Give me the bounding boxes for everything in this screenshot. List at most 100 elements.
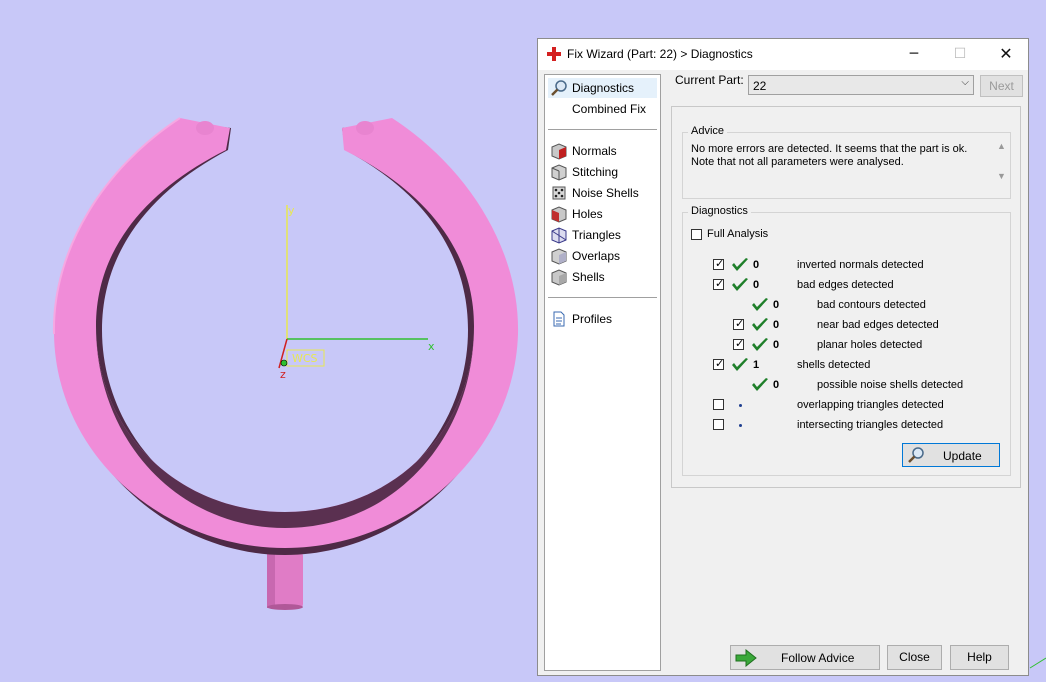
update-label: Update	[943, 449, 982, 463]
planar-holes-label: planar holes detected	[817, 339, 923, 351]
planar-holes-checkbox[interactable]: ✓	[733, 337, 744, 350]
update-button[interactable]: Update	[902, 443, 1000, 467]
scroll-up-icon[interactable]: ▲	[997, 141, 1006, 151]
advice-scrollbar[interactable]: ▲ ▼	[994, 141, 1009, 189]
near-bad-edges-label: near bad edges detected	[817, 319, 939, 331]
axis-y-label: y	[288, 204, 295, 217]
nav-item-diagnostics[interactable]: Diagnostics	[548, 78, 657, 98]
wcs-label: WCS	[292, 352, 318, 365]
pending-dot-icon	[739, 404, 742, 407]
holes-cube-icon	[551, 206, 567, 223]
check-ok-icon	[732, 258, 748, 271]
nav-label-shells: Shells	[572, 270, 605, 284]
advice-text: No more errors are detected. It seems th…	[691, 143, 987, 179]
nav-item-noise-shells[interactable]: Noise Shells	[548, 183, 657, 203]
pending-dot-icon	[739, 424, 742, 427]
help-button[interactable]: Help	[950, 645, 1009, 670]
chevron-down-icon: ⌵	[961, 77, 969, 88]
axis-x-label: x	[428, 340, 435, 353]
maximize-button[interactable]: ☐	[937, 39, 983, 70]
wcs-axes	[278, 205, 428, 369]
overlapping-triangles-checkbox[interactable]	[713, 399, 724, 410]
nav-item-profiles[interactable]: Profiles	[548, 309, 657, 329]
nav-separator	[548, 129, 657, 130]
shells-cube-icon	[551, 269, 567, 286]
magnifier-icon	[908, 447, 924, 463]
near-bad-edges-checkbox[interactable]: ✓	[733, 317, 744, 330]
next-button[interactable]: Next	[980, 75, 1023, 97]
follow-advice-label: Follow Advice	[781, 651, 855, 665]
advice-group: Advice No more errors are detected. It s…	[682, 125, 1011, 199]
overlapping-triangles-label: overlapping triangles detected	[797, 399, 944, 411]
full-analysis-checkbox[interactable]	[691, 229, 702, 240]
normals-cube-icon	[551, 143, 567, 160]
nav-label-diagnostics: Diagnostics	[572, 81, 635, 95]
nav-label-overlaps: Overlaps	[572, 249, 621, 263]
shells-label: shells detected	[797, 359, 871, 371]
bad-edges-label: bad edges detected	[797, 279, 894, 291]
intersecting-triangles-checkbox[interactable]	[713, 419, 724, 430]
corner-axis-line	[1029, 657, 1046, 669]
close-button[interactable]: Close	[887, 645, 942, 670]
diagnostics-group: Diagnostics Full Analysis ✓ 0 inverted n…	[682, 205, 1011, 476]
follow-advice-button[interactable]: Follow Advice	[730, 645, 880, 670]
ring-model[interactable]	[52, 117, 519, 555]
nav-item-overlaps[interactable]: Overlaps	[548, 246, 657, 266]
inverted-normals-count: 0	[753, 259, 760, 271]
advice-line-2: Note that not all parameters were analys…	[691, 156, 904, 168]
shells-checkbox[interactable]: ✓	[713, 357, 724, 370]
intersecting-triangles-label: intersecting triangles detected	[797, 419, 944, 431]
red-cross-icon	[547, 47, 561, 61]
noise-shells-icon	[552, 186, 566, 200]
near-bad-edges-count: 0	[773, 319, 780, 331]
full-analysis-label: Full Analysis	[707, 228, 769, 240]
diagnostics-panel: Advice No more errors are detected. It s…	[671, 106, 1021, 488]
wizard-nav: Diagnostics Combined Fix Normals Stitchi…	[544, 74, 661, 671]
magnifier-icon	[551, 80, 567, 96]
fix-wizard-dialog: Fix Wizard (Part: 22) > Diagnostics ─ ☐ …	[537, 38, 1029, 676]
inverted-normals-checkbox[interactable]: ✓	[713, 257, 724, 270]
check-ok-icon	[752, 378, 768, 391]
nav-label-stitching: Stitching	[572, 165, 619, 179]
nav-item-triangles[interactable]: Triangles	[548, 225, 657, 245]
nav-item-shells[interactable]: Shells	[548, 267, 657, 287]
triangles-cube-icon	[551, 227, 567, 244]
diagnostics-title: Diagnostics	[688, 205, 751, 217]
nav-item-holes[interactable]: Holes	[548, 204, 657, 224]
check-ok-icon	[732, 358, 748, 371]
title-bar[interactable]: Fix Wizard (Part: 22) > Diagnostics ─ ☐ …	[538, 39, 1028, 70]
check-ok-icon	[752, 298, 768, 311]
advice-title: Advice	[688, 125, 728, 137]
nav-item-stitching[interactable]: Stitching	[548, 162, 657, 182]
nav-label-noise-shells: Noise Shells	[572, 186, 639, 200]
nav-label-holes: Holes	[572, 207, 603, 221]
minimize-button[interactable]: ─	[891, 39, 937, 70]
close-window-button[interactable]: ✕	[983, 39, 1029, 70]
check-ok-icon	[732, 278, 748, 291]
scroll-down-icon[interactable]: ▼	[997, 171, 1006, 181]
dialog-title: Fix Wizard (Part: 22) > Diagnostics	[567, 47, 753, 61]
nav-item-normals[interactable]: Normals	[548, 141, 657, 161]
current-part-label: Current Part:	[675, 73, 744, 87]
document-icon	[553, 311, 565, 327]
noise-shells-label: possible noise shells detected	[817, 379, 964, 391]
bad-edges-checkbox[interactable]: ✓	[713, 277, 724, 290]
current-part-value: 22	[753, 79, 767, 93]
bad-contours-count: 0	[773, 299, 780, 311]
nav-label-combined-fix: Combined Fix	[572, 102, 647, 116]
nav-label-normals: Normals	[572, 144, 617, 158]
noise-shells-count: 0	[773, 379, 780, 391]
nav-item-combined-fix[interactable]: Combined Fix	[548, 99, 657, 119]
planar-holes-count: 0	[773, 339, 780, 351]
advice-line-1: No more errors are detected. It seems th…	[691, 143, 968, 155]
shells-count: 1	[753, 359, 760, 371]
overlaps-cube-icon	[551, 248, 567, 265]
current-part-select[interactable]: 22 ⌵	[748, 75, 974, 95]
nav-label-triangles: Triangles	[572, 228, 621, 242]
inverted-normals-label: inverted normals detected	[797, 259, 924, 271]
nav-separator	[548, 297, 657, 298]
check-ok-icon	[752, 338, 768, 351]
nav-label-profiles: Profiles	[572, 312, 613, 326]
arrow-right-icon	[735, 649, 757, 667]
stitching-cube-icon	[551, 164, 567, 181]
